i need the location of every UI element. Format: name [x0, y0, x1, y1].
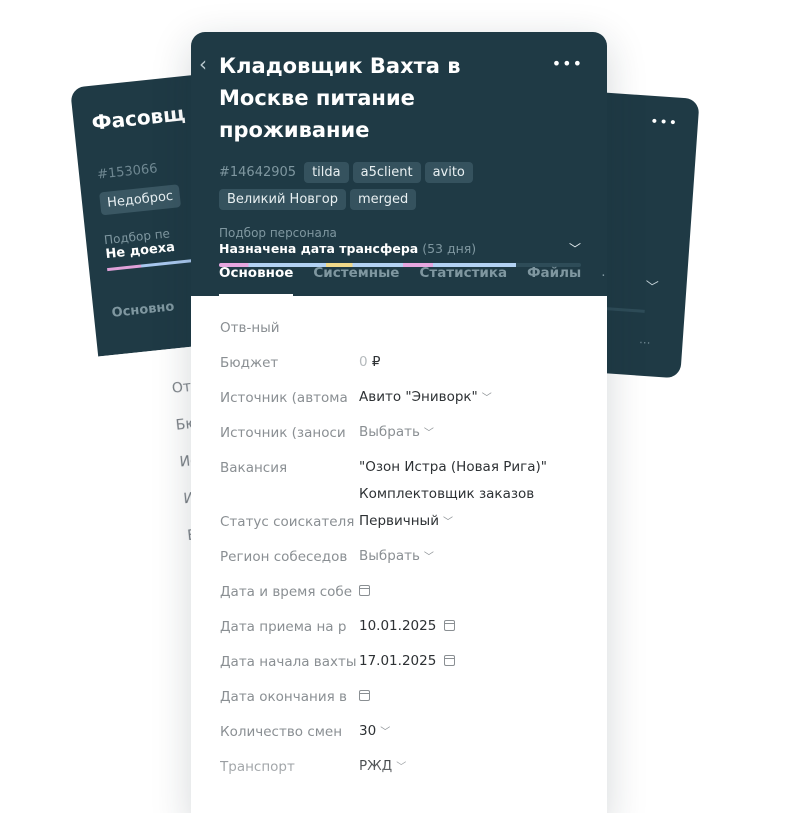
tab-2[interactable]: Системные — [313, 256, 399, 296]
pipeline-stage: Назначена дата трансфера (53 дня) — [219, 241, 585, 256]
field-value[interactable]: Первичный ﹀ — [359, 502, 585, 536]
field-value-text: 10.01.2025 — [359, 618, 437, 634]
tab-4[interactable]: Файлы — [527, 256, 581, 296]
field-value-text: ₽ — [371, 354, 381, 370]
field-label: Количество смен — [220, 724, 343, 740]
field-value-text: Авито "Эниворк" — [359, 389, 478, 405]
tag-chip[interactable]: tilda — [304, 162, 349, 183]
more-dots-icon[interactable]: ••• — [552, 54, 583, 73]
field-value[interactable] — [359, 572, 585, 605]
tag-chip[interactable]: avito — [424, 162, 473, 183]
tag-chip[interactable]: a5client — [352, 162, 421, 183]
field-label: Отв-ный — [220, 320, 280, 336]
field-label: Регион собеседов — [220, 549, 348, 565]
candidate-card: ‹ Кладовщик Вахта в Москве питание прожи… — [191, 32, 607, 813]
field-value-text: Первичный — [359, 513, 439, 529]
card-id: #14642905 — [219, 165, 297, 180]
field-value[interactable]: "Озон Истра (Новая Рига)" Комплектовщик … — [359, 448, 585, 508]
chevron-down-icon[interactable]: ﹀ — [380, 727, 390, 738]
tag-chip[interactable]: Великий Новгор — [219, 189, 346, 210]
calendar-icon[interactable] — [444, 655, 456, 666]
card-header: ‹ Кладовщик Вахта в Москве питание прожи… — [191, 32, 607, 296]
chevron-down-icon[interactable]: ﹀ — [424, 428, 434, 439]
field-label: Бюджет — [220, 355, 279, 371]
tabs-more-icon[interactable]: ··· — [601, 268, 607, 284]
field-label: Дата начала вахты — [220, 654, 357, 670]
chevron-down-icon: ﹀ — [644, 279, 659, 296]
field-value[interactable]: Выбрать ﹀ — [359, 413, 585, 447]
field-value-text: Выбрать — [359, 424, 420, 440]
tag-list: #14642905 tilda a5client avito Великий Новг… — [219, 162, 519, 210]
field-value-prefix: 0 — [359, 354, 368, 370]
field-value[interactable]: Выбрать ﹀ — [359, 537, 585, 571]
field-value[interactable]: 17.01.2025 — [359, 642, 585, 675]
calendar-icon[interactable] — [359, 690, 370, 701]
field-label: Дата приема на р — [220, 619, 347, 635]
field-label: Дата и время собе — [220, 584, 353, 600]
more-dots-icon: ••• — [649, 113, 679, 132]
chevron-down-icon[interactable]: ﹀ — [424, 552, 434, 563]
tab-bar: Основное Системные Статистика Файлы ··· — [219, 256, 607, 296]
field-value-text: "Озон Истра (Новая Рига)" Комплектовщик … — [359, 459, 547, 502]
pipeline-stage-name: Назначена дата трансфера — [219, 241, 419, 256]
tab-3[interactable]: Статистика — [419, 256, 507, 296]
field-value-text: 30 — [359, 723, 377, 739]
calendar-icon[interactable] — [359, 585, 370, 596]
field-row: Вакансия "Озон Истра (Новая Рига)" Компле… — [220, 454, 585, 508]
chevron-down-icon[interactable]: ﹀ — [443, 517, 453, 528]
chevron-down-icon[interactable]: ﹀ — [482, 393, 492, 404]
stage: Фасовщ изделий #153066 Недоброс Подбор п… — [0, 0, 800, 813]
field-value-text: Выбрать — [359, 548, 420, 564]
calendar-icon[interactable] — [444, 620, 456, 631]
pipeline-days: (53 дня) — [422, 241, 477, 256]
pipeline-label: Подбор персонала — [219, 226, 337, 240]
more-dots-icon: ··· — [638, 335, 651, 351]
tag-chip[interactable]: merged — [349, 189, 417, 210]
field-value[interactable] — [359, 308, 585, 314]
card-title: Кладовщик Вахта в Москве питание прожива… — [219, 54, 461, 142]
field-label: Дата окончания в — [220, 689, 347, 705]
field-value-text: 17.01.2025 — [359, 653, 437, 669]
field-label: Вакансия — [220, 460, 288, 476]
field-value[interactable]: 30 ﹀ — [359, 712, 585, 746]
tab-1[interactable]: Основное — [219, 256, 294, 296]
field-value[interactable]: Авито "Эниворк" ﹀ — [359, 378, 585, 412]
field-list: Отв-ный Бюджет 0 ₽ Источник (автома Авито "Э… — [191, 296, 607, 788]
field-label: Источник (автома — [220, 390, 348, 406]
field-label: Источник (заноси — [220, 425, 346, 441]
field-value[interactable] — [359, 677, 585, 710]
field-value[interactable]: 10.01.2025 — [359, 607, 585, 640]
field-value[interactable]: 0 ₽ — [359, 343, 585, 376]
field-label: Статус соискателя — [220, 514, 355, 530]
background-card-left-tag: Недоброс — [99, 184, 182, 216]
chevron-down-icon[interactable]: ﹀ — [569, 240, 581, 257]
chevron-left-icon[interactable]: ‹ — [199, 54, 207, 74]
bottom-fade — [191, 752, 607, 813]
